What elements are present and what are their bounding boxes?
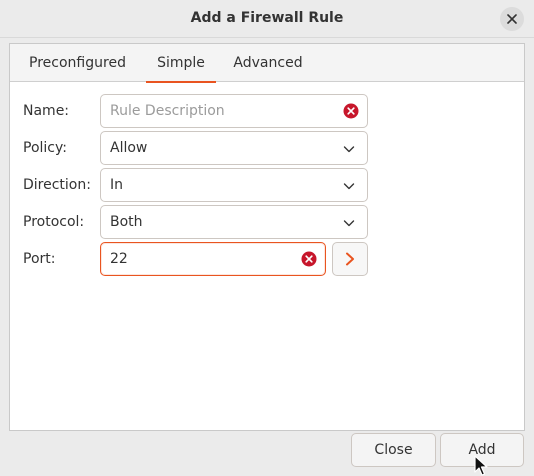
- tab-simple[interactable]: Simple: [146, 44, 216, 83]
- port-options-button[interactable]: [332, 242, 368, 276]
- clear-icon[interactable]: [343, 103, 359, 119]
- close-button[interactable]: Close: [351, 433, 436, 467]
- policy-value: Allow: [110, 140, 148, 156]
- port-value: 22: [110, 251, 128, 267]
- name-placeholder: Rule Description: [110, 103, 225, 119]
- tab-preconfigured[interactable]: Preconfigured: [20, 44, 135, 82]
- policy-label: Policy:: [23, 140, 67, 156]
- close-icon: [507, 14, 517, 24]
- protocol-value: Both: [110, 214, 143, 230]
- direction-dropdown[interactable]: In: [100, 168, 368, 202]
- chevron-right-icon: [346, 252, 354, 266]
- title-bar: Add a Firewall Rule: [0, 0, 534, 38]
- port-field[interactable]: 22: [100, 242, 326, 276]
- direction-value: In: [110, 177, 124, 193]
- chevron-down-icon: [343, 183, 355, 190]
- name-label: Name:: [23, 103, 70, 119]
- chevron-down-icon: [343, 220, 355, 227]
- window-title: Add a Firewall Rule: [190, 10, 344, 26]
- dialog-content: Preconfigured Simple Advanced Name: Rule…: [9, 43, 525, 431]
- window-close-button[interactable]: [500, 7, 524, 31]
- port-label: Port:: [23, 251, 56, 267]
- protocol-dropdown[interactable]: Both: [100, 205, 368, 239]
- mouse-cursor-icon: [474, 455, 488, 476]
- chevron-down-icon: [343, 146, 355, 153]
- name-field[interactable]: Rule Description: [100, 94, 368, 128]
- tab-advanced[interactable]: Advanced: [229, 44, 307, 82]
- policy-dropdown[interactable]: Allow: [100, 131, 368, 165]
- direction-label: Direction:: [23, 177, 91, 193]
- protocol-label: Protocol:: [23, 214, 85, 230]
- tab-bar: Preconfigured Simple Advanced: [10, 44, 524, 83]
- clear-icon[interactable]: [301, 251, 317, 267]
